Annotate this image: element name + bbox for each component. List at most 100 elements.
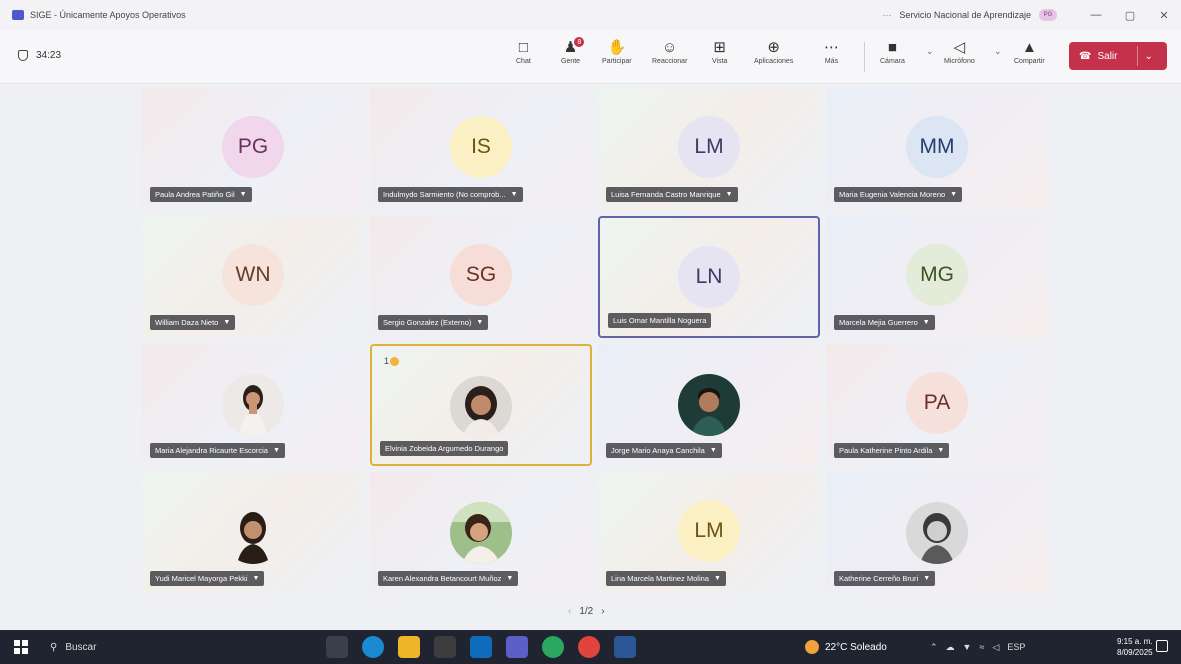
microphone-muted-icon: ▼ — [476, 319, 484, 326]
participant-name-tag: Elvinia Zobeida Argumedo Durango — [380, 441, 509, 456]
close-window-button[interactable]: ✕ — [1147, 9, 1181, 22]
microphone-muted-icon: ▼ — [239, 191, 247, 198]
participant-name-tag: Luisa Fernanda Castro Manrique ▼ — [606, 187, 738, 202]
store-icon[interactable] — [434, 636, 456, 658]
chrome-profile-icon[interactable] — [578, 636, 600, 658]
microphone-muted-icon: ▼ — [725, 191, 733, 198]
task-view-icon[interactable] — [326, 636, 348, 658]
participant-name-tag: Lina Marcela Martinez Molina ▼ — [606, 571, 726, 586]
clock-time: 9:15 a. m. — [1117, 637, 1153, 646]
minimize-button[interactable]: — — [1079, 9, 1113, 21]
teams-icon[interactable] — [506, 636, 528, 658]
weather-text: 22°C Soleado — [825, 641, 887, 653]
file-explorer-icon[interactable] — [398, 636, 420, 658]
edge-browser-icon[interactable] — [362, 636, 384, 658]
view-button[interactable]: ⊞ Vista — [712, 36, 727, 65]
meeting-toolbar: 34:23 □ Chat ♟ 8 Gente ✋ Participar ☺ Rea… — [0, 30, 1181, 84]
participant-tile[interactable]: SG Sergio Gonzalez (Externo) ▼ — [370, 216, 592, 338]
more-button[interactable]: ⋯ Más — [824, 36, 839, 65]
hand-raised-tile[interactable]: 1 Elvinia Zobeida Argumedo Durango — [370, 344, 592, 466]
participant-avatar: MM — [906, 116, 968, 178]
word-icon[interactable] — [614, 636, 636, 658]
language-indicator[interactable]: ESP — [1007, 642, 1025, 652]
participant-tile[interactable]: MG Marcela Mejia Guerrero ▼ — [826, 216, 1048, 338]
outlook-icon[interactable] — [470, 636, 492, 658]
microphone-options-chevron-icon[interactable]: ⌄ — [994, 46, 1002, 57]
participant-name-tag: Maria Alejandra Ricaurte Escorcia ▼ — [150, 443, 285, 458]
video-grid: PG Paula Andrea Patiño Gil ▼ IS Indulmydo… — [0, 84, 1181, 630]
chrome-icon[interactable] — [542, 636, 564, 658]
participant-name: William Daza Nieto — [155, 318, 219, 327]
participant-tile[interactable]: WN William Daza Nieto ▼ — [142, 216, 364, 338]
leave-button[interactable]: ☎ Salir ⌄ — [1069, 42, 1167, 70]
microphone-muted-icon: ▼ — [937, 447, 945, 454]
participant-tile[interactable]: MM Maria Eugenia Valencia Moreno ▼ — [826, 88, 1048, 210]
microphone-button[interactable]: ◁ Micrófono — [944, 36, 975, 65]
active-speaker-tile[interactable]: LN Luis Omar Mantilla Noguera — [598, 216, 820, 338]
react-button[interactable]: ☺ Reaccionar — [652, 36, 687, 66]
participant-name-tag: Karen Alexandra Betancourt Muñoz ▼ — [378, 571, 519, 586]
maximize-button[interactable]: ▢ — [1113, 9, 1147, 22]
chat-icon: □ — [518, 38, 528, 56]
participant-avatar: WN — [222, 244, 284, 306]
microphone-icon[interactable]: ▼ — [963, 642, 972, 652]
participant-name-tag: Sergio Gonzalez (Externo) ▼ — [378, 315, 489, 330]
participant-name: Marcela Mejia Guerrero — [839, 318, 918, 327]
participant-tile[interactable]: PG Paula Andrea Patiño Gil ▼ — [142, 88, 364, 210]
window-title: SIGE - Únicamente Apoyos Operativos — [30, 10, 186, 20]
hand-icon: ✋ — [607, 39, 627, 56]
camera-button[interactable]: ■ Cámara — [880, 36, 905, 66]
participant-avatar: PA — [906, 372, 968, 434]
participant-tile[interactable]: Jorge Mario Anaya Canchila ▼ — [598, 344, 820, 466]
volume-icon[interactable]: ◁ — [992, 642, 999, 653]
taskbar-search[interactable]: ⚲ Buscar — [50, 642, 250, 653]
participant-name: Maria Eugenia Valencia Moreno — [839, 190, 946, 199]
participant-avatar: LN — [678, 246, 740, 308]
participant-tile[interactable]: LM Lina Marcela Martinez Molina ▼ — [598, 472, 820, 594]
windows-taskbar: ⚲ Buscar 22°C Soleado ⌃ ☁ ▼ ≈ ◁ ESP 9:15… — [0, 630, 1181, 664]
teams-logo-icon — [12, 10, 24, 20]
page-indicator: 1/2 — [579, 606, 594, 617]
camera-options-chevron-icon[interactable]: ⌄ — [926, 46, 934, 57]
search-icon: ⚲ — [50, 641, 58, 653]
participant-name-tag: Maria Eugenia Valencia Moreno ▼ — [834, 187, 963, 202]
notifications-icon[interactable] — [1156, 640, 1168, 652]
participant-tile[interactable]: Yudi Maricel Mayorga Pekki ▼ — [142, 472, 364, 594]
participant-name-tag: Jorge Mario Anaya Canchila ▼ — [606, 443, 722, 458]
participant-tile[interactable]: IS Indulmydo Sarmiento (No comprob... ▼ — [370, 88, 592, 210]
participant-tile[interactable]: Karen Alexandra Betancourt Muñoz ▼ — [370, 472, 592, 594]
leave-options-chevron-icon[interactable]: ⌄ — [1144, 51, 1152, 62]
leave-label: Salir — [1097, 50, 1118, 62]
next-page-button[interactable]: › — [601, 606, 604, 617]
camera-off-icon: ■ — [887, 38, 897, 56]
taskbar-clock[interactable]: 9:15 a. m. 8/09/2025 — [1117, 636, 1153, 658]
organization-name[interactable]: Servicio Nacional de Aprendizaje — [899, 10, 1031, 20]
toolbar-separator — [864, 42, 865, 72]
shield-icon — [18, 50, 28, 61]
more-label: Más — [824, 58, 839, 65]
smiley-icon: ☺ — [662, 38, 678, 56]
weather-widget[interactable]: 22°C Soleado — [805, 630, 887, 664]
previous-page-button[interactable]: ‹ — [568, 606, 571, 617]
participant-tile[interactable]: PA Paula Katherine Pinto Ardila ▼ — [826, 344, 1048, 466]
chat-button[interactable]: □ Chat — [516, 36, 531, 66]
participant-tile[interactable]: Maria Alejandra Ricaurte Escorcia ▼ — [142, 344, 364, 466]
participant-tile[interactable]: LM Luisa Fernanda Castro Manrique ▼ — [598, 88, 820, 210]
raise-hand-button[interactable]: ✋ Participar — [602, 36, 632, 65]
onedrive-icon[interactable]: ☁ — [946, 642, 955, 653]
participant-name-tag: Paula Katherine Pinto Ardila ▼ — [834, 443, 950, 458]
wifi-icon[interactable]: ≈ — [979, 642, 984, 652]
people-button[interactable]: ♟ 8 Gente — [561, 36, 585, 65]
share-button[interactable]: ▲ Compartir — [1014, 36, 1045, 66]
share-screen-icon: ▲ — [1021, 38, 1037, 56]
participant-name: Luis Omar Mantilla Noguera — [613, 316, 707, 325]
share-label: Compartir — [1014, 58, 1045, 65]
apps-button[interactable]: ⊕ Aplicaciones — [754, 36, 793, 65]
more-options-button[interactable]: ··· — [882, 10, 891, 20]
chevron-up-icon[interactable]: ⌃ — [930, 642, 938, 653]
participant-tile[interactable]: Katherine Cerreño Bruri ▼ — [826, 472, 1048, 594]
account-avatar[interactable]: PG — [1039, 9, 1057, 21]
meeting-timer: 34:23 — [18, 50, 61, 61]
participant-name-tag: Indulmydo Sarmiento (No comprob... ▼ — [378, 187, 523, 202]
windows-start-icon[interactable] — [14, 640, 28, 654]
